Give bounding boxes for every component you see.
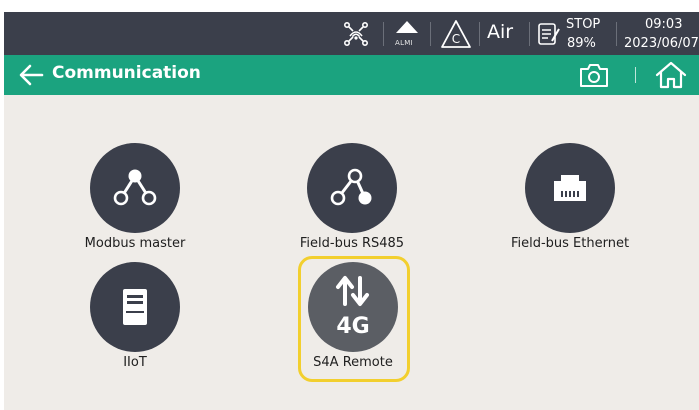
fieldbus-rs485-tile[interactable]: Field-bus RS485 bbox=[262, 143, 442, 253]
tile-label: Field-bus RS485 bbox=[299, 236, 405, 251]
ethernet-port-icon bbox=[525, 143, 615, 233]
c-warning-icon[interactable]: C bbox=[438, 12, 474, 55]
clock-date: 2023/06/07 bbox=[624, 36, 699, 51]
run-state-label: STOP bbox=[566, 17, 601, 32]
node-graph-icon bbox=[90, 143, 180, 233]
modbus-master-tile[interactable]: Modbus master bbox=[45, 143, 225, 253]
air-mode-label: Air bbox=[487, 21, 514, 43]
server-tower-icon bbox=[90, 262, 180, 352]
almi-label: ALMI bbox=[395, 39, 413, 47]
svg-text:C: C bbox=[452, 32, 460, 46]
status-bar: ALMI C Air STOP 89% 09:03 2023/06/07 bbox=[4, 12, 699, 55]
load-percent: 89% bbox=[567, 36, 596, 51]
status-divider bbox=[479, 22, 480, 46]
status-divider bbox=[383, 22, 384, 46]
status-divider bbox=[529, 22, 530, 46]
network-alert-icon[interactable] bbox=[340, 12, 372, 55]
alarm-triangle-icon[interactable] bbox=[390, 12, 424, 55]
back-arrow-icon[interactable] bbox=[18, 63, 44, 87]
checklist-icon[interactable] bbox=[535, 12, 563, 55]
tile-label: Modbus master bbox=[84, 236, 186, 251]
title-divider bbox=[635, 67, 636, 83]
fieldbus-ethernet-tile[interactable]: Field-bus Ethernet bbox=[480, 143, 660, 253]
status-divider bbox=[616, 22, 617, 46]
clock-time: 09:03 bbox=[645, 17, 683, 32]
page-title: Communication bbox=[52, 63, 201, 83]
tile-label: IIoT bbox=[123, 355, 147, 370]
home-icon[interactable] bbox=[654, 60, 688, 90]
status-divider bbox=[430, 22, 431, 46]
title-bar: Communication bbox=[4, 55, 699, 95]
screen-frame: ALMI C Air STOP 89% 09:03 2023/06/07 Com… bbox=[4, 12, 699, 410]
tile-label: S4A Remote bbox=[313, 355, 393, 370]
updown-arrows-icon: 4G bbox=[308, 262, 398, 352]
iiot-tile[interactable]: IIoT bbox=[45, 262, 225, 372]
camera-icon[interactable] bbox=[578, 61, 610, 89]
tile-label: Field-bus Ethernet bbox=[510, 236, 630, 251]
tile-icon-text: 4G bbox=[336, 314, 369, 339]
s4a-remote-tile[interactable]: 4G S4A Remote bbox=[263, 262, 443, 372]
node-graph-icon bbox=[307, 143, 397, 233]
